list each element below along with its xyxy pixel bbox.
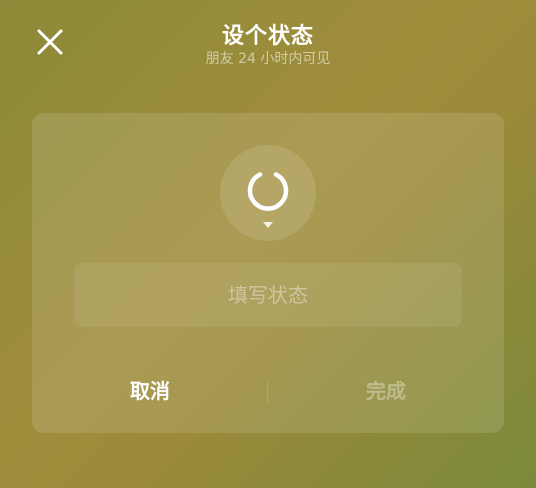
chevron-down-icon — [263, 222, 273, 228]
status-input[interactable] — [74, 263, 462, 327]
status-icon-picker[interactable] — [220, 145, 316, 241]
done-button[interactable]: 完成 — [268, 359, 504, 423]
status-card: 取消 完成 — [32, 113, 504, 433]
page-title: 设个状态 — [221, 24, 314, 49]
top-bar: 设个状态 朋友 24 小时内可见 — [0, 0, 536, 80]
action-bar: 取消 完成 — [32, 359, 504, 423]
cancel-button[interactable]: 取消 — [32, 359, 268, 423]
page-subtitle: 朋友 24 小时内可见 — [205, 51, 331, 67]
